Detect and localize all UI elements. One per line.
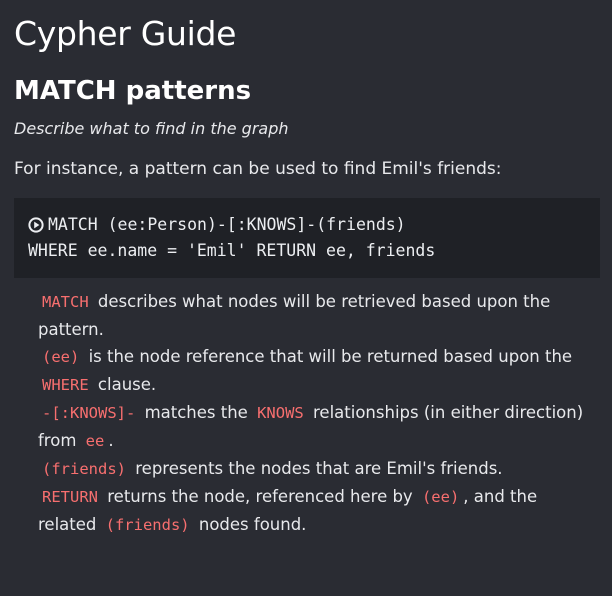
code-keyword: WHERE (42, 376, 89, 394)
code-line-1: MATCH (ee:Person)-[:KNOWS]-(friends) (28, 212, 600, 238)
note-return: RETURN returns the node, referenced here… (38, 483, 598, 539)
note-ee: (ee) is the node reference that will be … (38, 343, 598, 399)
code-text-line-2: WHERE ee.name = 'Emil' RETURN ee, friend… (28, 241, 436, 260)
code-keyword: (ee) (421, 488, 460, 506)
note-friends: (friends) represents the nodes that are … (38, 455, 598, 483)
note-text: matches the (144, 403, 248, 422)
note-text: describes what nodes will be retrieved b… (38, 292, 551, 339)
code-keyword: (friends) (105, 516, 190, 534)
note-text: . (108, 431, 114, 450)
note-text: is the node reference that will be retur… (88, 347, 573, 366)
code-keyword: (friends) (42, 460, 126, 478)
guide-title: Cypher Guide (14, 14, 237, 53)
code-block[interactable]: MATCH (ee:Person)-[:KNOWS]-(friends) WHE… (14, 198, 600, 278)
note-text: returns the node, referenced here by (107, 487, 413, 506)
code-line-2: WHERE ee.name = 'Emil' RETURN ee, friend… (28, 238, 600, 264)
note-text: nodes found. (198, 515, 307, 534)
code-keyword: KNOWS (257, 404, 304, 422)
section-title: MATCH patterns (14, 76, 252, 106)
code-keyword: MATCH (42, 293, 89, 311)
note-text: clause. (97, 375, 157, 394)
note-match: MATCH describes what nodes will be retri… (38, 288, 598, 343)
note-text: represents the nodes that are Emil's fri… (135, 459, 503, 478)
play-circle-icon[interactable] (28, 217, 44, 233)
note-knows: -[:KNOWS]- matches the KNOWS relationshi… (38, 399, 598, 455)
code-keyword: RETURN (42, 488, 98, 506)
explanation-notes: MATCH describes what nodes will be retri… (38, 288, 598, 539)
section-subtitle: Describe what to find in the graph (14, 119, 289, 138)
code-keyword: ee (85, 432, 105, 450)
code-keyword: -[:KNOWS]- (42, 404, 136, 422)
intro-text: For instance, a pattern can be used to f… (14, 159, 502, 179)
code-keyword: (ee) (42, 348, 80, 366)
code-text-line-1: MATCH (ee:Person)-[:KNOWS]-(friends) (48, 215, 406, 234)
